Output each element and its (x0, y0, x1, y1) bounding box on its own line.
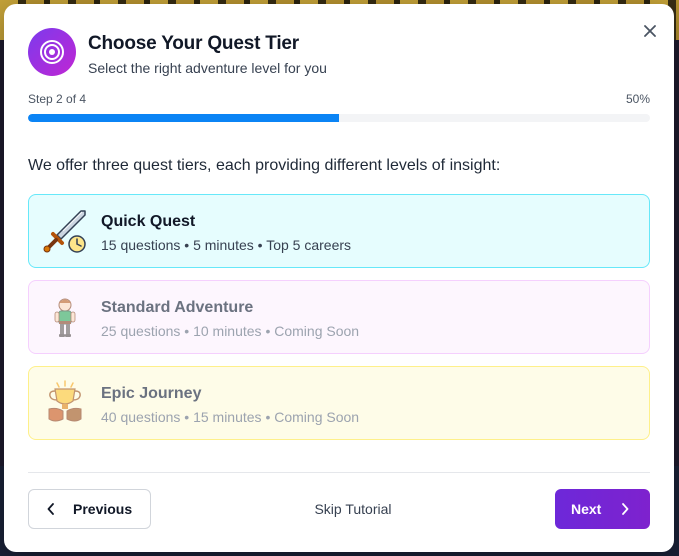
step-label: Step 2 of 4 (28, 92, 87, 106)
modal-subtitle: Select the right adventure level for you (88, 60, 327, 76)
trophy-icon (48, 380, 82, 422)
tier-card-epic-journey: Epic Journey 40 questions • 15 minutes •… (28, 366, 650, 440)
target-icon (40, 40, 64, 64)
tier-details: 40 questions • 15 minutes • Coming Soon (101, 409, 360, 425)
close-button[interactable] (636, 17, 664, 45)
chevron-left-icon (47, 503, 55, 515)
tier-name: Epic Journey (101, 385, 202, 402)
sword-clock-icon (43, 210, 86, 253)
tier-details: 25 questions • 10 minutes • Coming Soon (101, 323, 360, 339)
tier-card-standard-adventure: Standard Adventure 25 questions • 10 min… (28, 280, 650, 354)
modal-title: Choose Your Quest Tier (88, 33, 299, 54)
skip-tutorial-button[interactable]: Skip Tutorial (304, 489, 402, 529)
next-label: Next (571, 501, 602, 517)
quest-tier-modal: Choose Your Quest Tier Select the right … (4, 4, 674, 552)
intro-text: We offer three quest tiers, each providi… (28, 157, 501, 174)
logo (28, 28, 76, 76)
previous-label: Previous (73, 501, 133, 517)
tier-card-quick-quest[interactable]: Quick Quest 15 questions • 5 minutes • T… (28, 194, 650, 268)
progress-fill (28, 114, 339, 122)
progress-bar (28, 114, 650, 122)
close-icon (644, 25, 656, 37)
tier-details: 15 questions • 5 minutes • Top 5 careers (101, 237, 352, 253)
next-button[interactable]: Next (555, 489, 650, 529)
footer-divider (28, 472, 650, 473)
chevron-right-icon (621, 503, 629, 515)
tier-name: Standard Adventure (101, 299, 254, 316)
progress-percent: 50% (625, 92, 650, 106)
previous-button[interactable]: Previous (28, 489, 151, 529)
adventurer-icon (54, 298, 76, 337)
tier-name: Quick Quest (101, 213, 196, 230)
